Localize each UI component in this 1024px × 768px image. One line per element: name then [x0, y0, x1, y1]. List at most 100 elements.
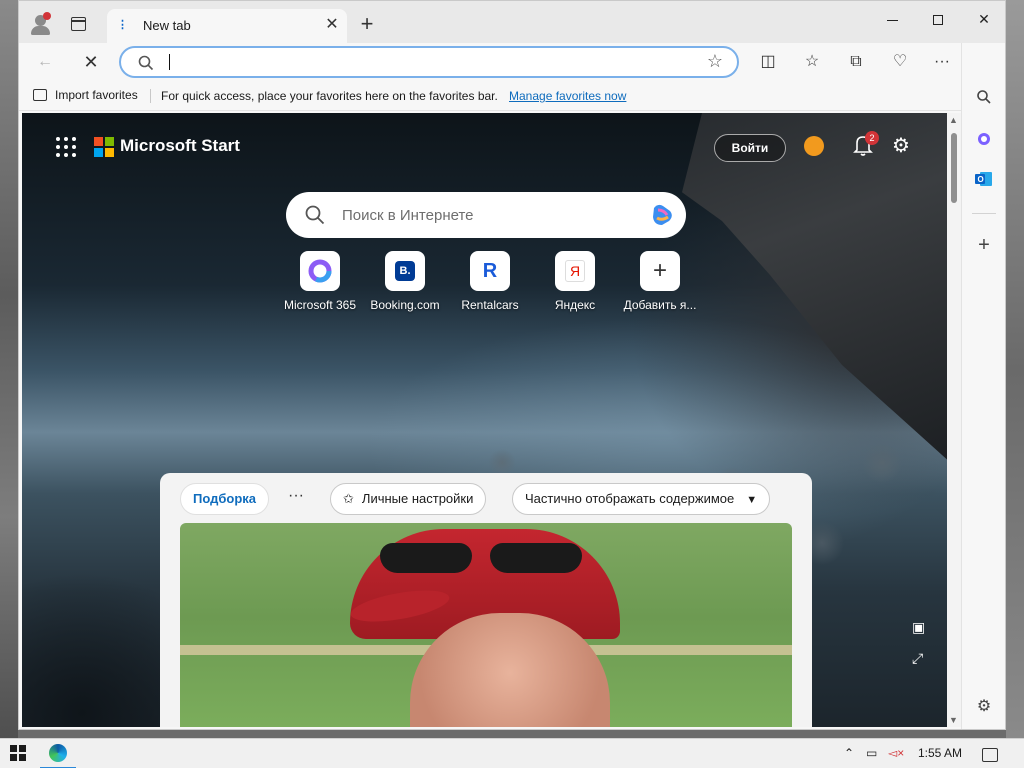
content-visibility-label: Частично отображать содержимое: [525, 491, 735, 506]
quick-link-label: Booking.com: [370, 298, 440, 312]
copilot-sidebar-icon[interactable]: [970, 129, 998, 157]
chevron-down-icon: ▼: [746, 494, 758, 506]
outlook-icon[interactable]: O: [970, 169, 998, 197]
profile-icon-body: [31, 26, 50, 35]
manage-favorites-link[interactable]: Manage favorites now: [509, 89, 626, 103]
brand-title[interactable]: Microsoft Start: [120, 136, 240, 156]
sidebar-search-icon[interactable]: [970, 87, 998, 115]
tab-feed-selection[interactable]: Подборка: [180, 483, 270, 515]
desktop-wallpaper-left: [0, 0, 18, 738]
microsoft-logo-icon: [94, 137, 114, 157]
web-search-placeholder: Поиск в Интернете: [342, 207, 474, 224]
tab-new-tab[interactable]: ⋮ New tab ✕: [107, 9, 347, 43]
add-icon[interactable]: +: [970, 231, 998, 259]
news-feed-panel: Подборка ··· ✩ Личные настройки Частично …: [160, 473, 812, 727]
favorites-bar: Import favorites For quick access, place…: [19, 81, 1005, 111]
tab-title: New tab: [143, 18, 191, 33]
search-icon: [305, 205, 325, 225]
back-button[interactable]: ←: [31, 49, 59, 75]
browser-toolbar: ← ✕ ☆ ◫ ☆ ⧉ ♡ ···: [19, 43, 1005, 81]
close-window-button[interactable]: ✕: [961, 5, 1005, 33]
rentalcars-glyph: R: [482, 260, 498, 282]
stop-loading-button[interactable]: ✕: [77, 49, 105, 75]
profile-status-dot: [43, 12, 51, 20]
quick-link-label: Rentalcars: [461, 298, 519, 312]
profile-button[interactable]: [29, 12, 53, 36]
booking-icon: B.: [385, 251, 425, 291]
quick-link-label: Microsoft 365: [283, 298, 357, 312]
tab-favicon-icon: ⋮: [117, 19, 128, 31]
copilot-search-icon[interactable]: [648, 202, 676, 228]
background-image-tools: ▣ ⤢: [912, 619, 925, 667]
quick-link-booking[interactable]: B. Booking.com: [363, 251, 447, 312]
quick-link-add[interactable]: + Добавить я...: [618, 251, 702, 312]
image-info-icon[interactable]: ▣: [912, 619, 925, 636]
content-visibility-dropdown[interactable]: Частично отображать содержимое ▼: [512, 483, 771, 515]
notification-center-icon[interactable]: [982, 748, 998, 762]
collections-icon[interactable]: ⧉: [841, 49, 871, 75]
booking-glyph: B.: [395, 261, 415, 281]
import-icon: [33, 89, 47, 101]
rentalcars-icon: R: [470, 251, 510, 291]
scroll-up-icon[interactable]: ▲: [949, 115, 958, 125]
page-scrollbar[interactable]: ▲ ▼: [947, 113, 961, 727]
clock[interactable]: 1:55 AM: [918, 746, 962, 760]
rewards-icon[interactable]: [804, 136, 824, 156]
personalize-icon: ✩: [343, 491, 354, 506]
favorites-icon[interactable]: ☆: [797, 49, 827, 75]
network-icon[interactable]: ▭: [866, 746, 877, 760]
microsoft-365-icon: [300, 251, 340, 291]
personalize-label: Личные настройки: [361, 491, 474, 506]
text-cursor: [169, 54, 170, 70]
start-button[interactable]: [10, 745, 26, 761]
divider: [150, 89, 151, 103]
new-tab-button[interactable]: +: [355, 13, 379, 37]
yandex-icon: Я: [555, 251, 595, 291]
scrollbar-thumb[interactable]: [951, 133, 957, 203]
edge-sidebar: O + ⚙: [961, 43, 1005, 729]
news-card-image[interactable]: [180, 523, 792, 727]
quick-link-microsoft-365[interactable]: Microsoft 365: [278, 251, 362, 312]
personalize-button[interactable]: ✩ Личные настройки: [330, 483, 487, 515]
address-bar[interactable]: ☆: [119, 46, 739, 78]
expand-image-icon[interactable]: ⤢: [912, 650, 925, 667]
tray-overflow-chevron-icon[interactable]: ⌃: [844, 746, 854, 760]
more-options-icon[interactable]: ···: [288, 487, 304, 505]
sidebar-settings-icon[interactable]: ⚙: [970, 693, 998, 721]
new-tab-page: Microsoft Start Войти 2 ⚙ Поиск в Интерн…: [22, 113, 947, 727]
taskbar-edge-button[interactable]: [40, 739, 76, 768]
edge-icon: [49, 744, 67, 762]
minimize-button[interactable]: [869, 5, 915, 33]
quick-link-yandex[interactable]: Я Яндекс: [533, 251, 617, 312]
tab-strip: ⋮ New tab ✕ + ✕: [19, 1, 1005, 43]
quick-link-rentalcars[interactable]: R Rentalcars: [448, 251, 532, 312]
browser-window: ⋮ New tab ✕ + ✕ ← ✕ ☆ ◫ ☆ ⧉ ♡ ··· Import…: [18, 0, 1006, 730]
add-quick-link-icon: +: [640, 251, 680, 291]
quick-link-label: Яндекс: [554, 298, 596, 312]
notifications-count-badge: 2: [865, 131, 879, 145]
browser-essentials-icon[interactable]: ♡: [885, 49, 915, 75]
maximize-button[interactable]: [915, 5, 961, 33]
more-icon[interactable]: ···: [927, 49, 957, 75]
web-search-box[interactable]: Поиск в Интернете: [286, 192, 686, 238]
tab-close-button[interactable]: ✕: [323, 16, 341, 34]
sidebar-divider: [972, 213, 996, 214]
favorites-bar-message: For quick access, place your favorites h…: [161, 89, 498, 103]
svg-text:O: O: [978, 175, 984, 184]
app-launcher-icon[interactable]: [56, 137, 76, 157]
import-favorites-button[interactable]: Import favorites: [33, 88, 138, 102]
scroll-down-icon[interactable]: ▼: [949, 715, 958, 725]
search-icon: [138, 55, 154, 71]
page-settings-gear-icon[interactable]: ⚙: [892, 133, 910, 158]
quick-link-label: Добавить я...: [623, 298, 697, 312]
tab-actions-button[interactable]: [71, 17, 86, 31]
yandex-glyph: Я: [565, 260, 585, 282]
quick-links: Microsoft 365 B. Booking.com R Rentalcar…: [278, 251, 698, 321]
plus-glyph: +: [652, 257, 667, 284]
volume-muted-icon[interactable]: ◅×: [888, 746, 904, 760]
add-favorite-star-icon[interactable]: ☆: [707, 51, 723, 72]
windows-taskbar: ⌃ ▭ ◅× 1:55 AM: [0, 738, 1024, 768]
split-screen-icon[interactable]: ◫: [753, 49, 783, 75]
sign-in-button[interactable]: Войти: [714, 134, 786, 162]
import-favorites-label: Import favorites: [55, 88, 138, 102]
